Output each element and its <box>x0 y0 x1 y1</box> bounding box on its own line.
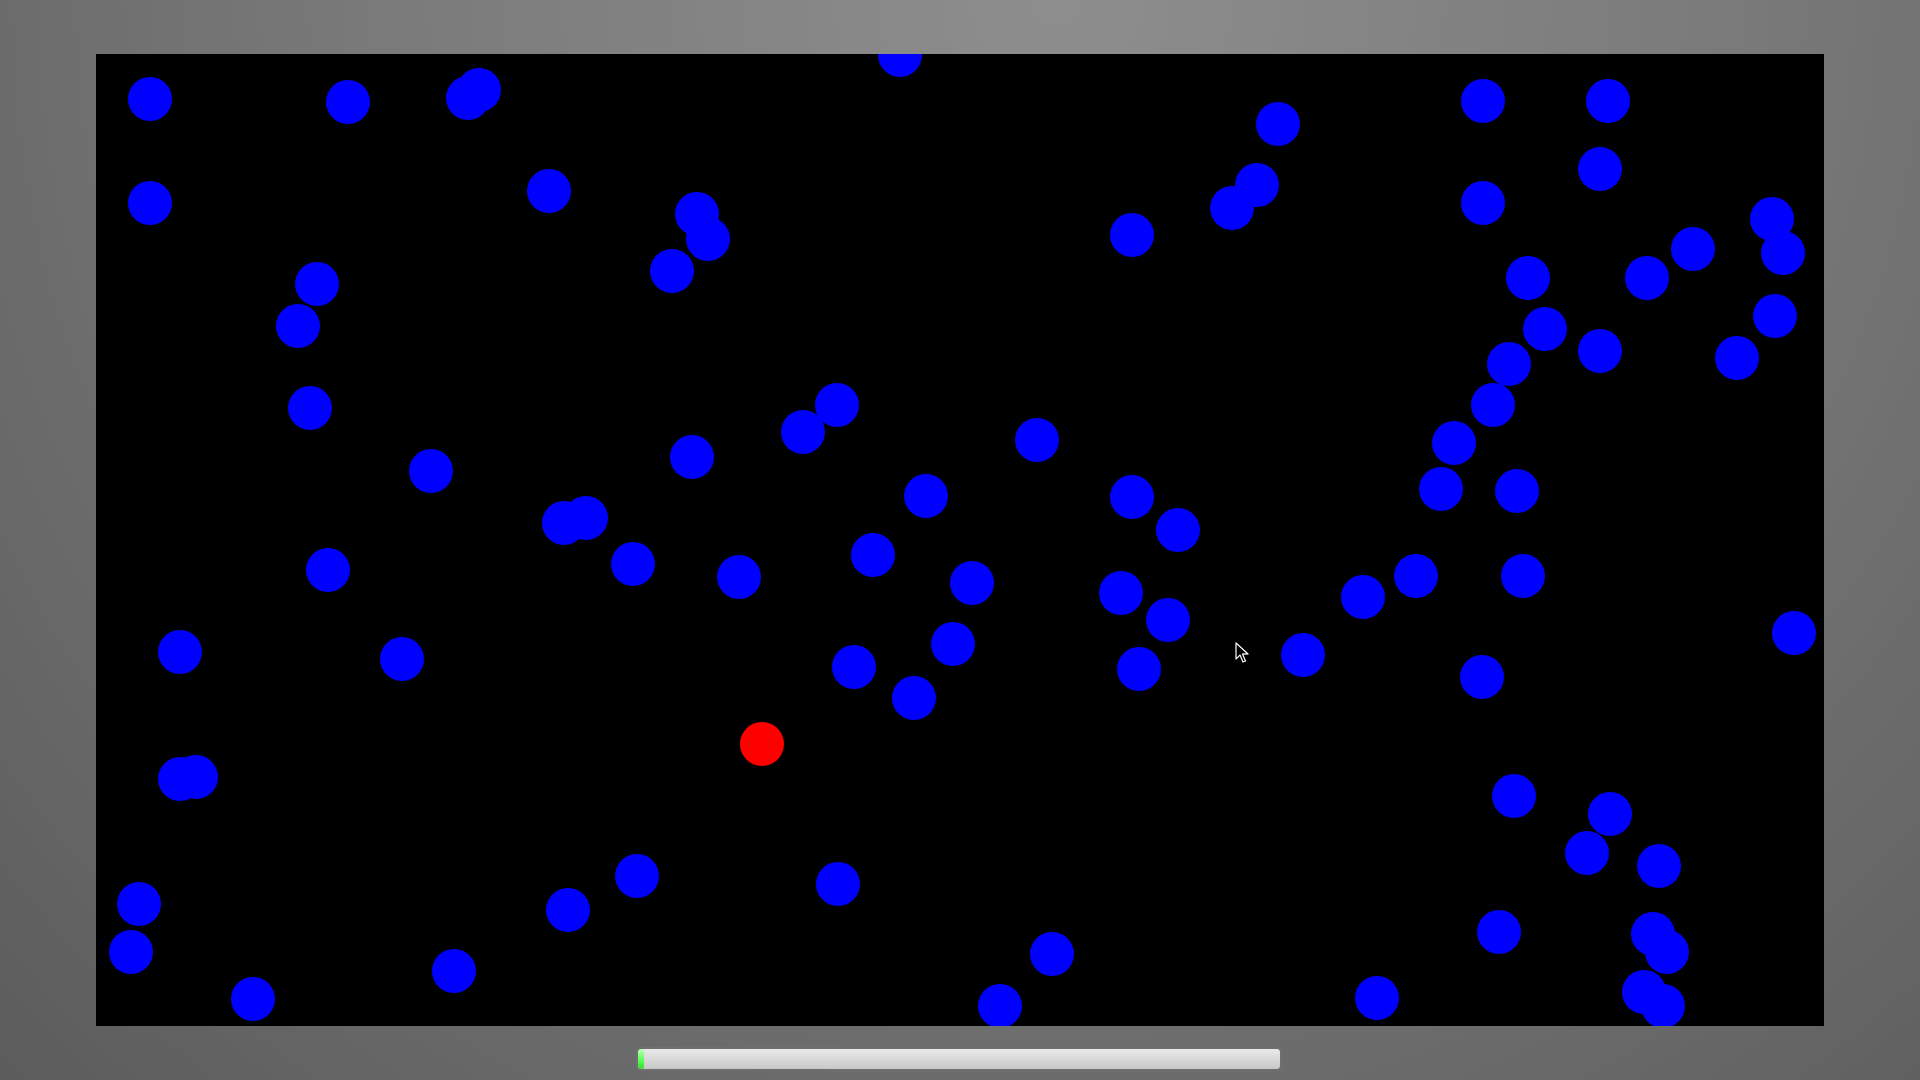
enemy-dot <box>1501 554 1545 598</box>
enemy-dot <box>295 262 339 306</box>
enemy-dot <box>1256 102 1300 146</box>
enemy-dot <box>1110 213 1154 257</box>
enemy-dot <box>380 637 424 681</box>
enemy-dot <box>1645 930 1689 974</box>
enemy-dot <box>1461 79 1505 123</box>
enemy-dot <box>851 533 895 577</box>
enemy-dot <box>1419 467 1463 511</box>
enemy-dot <box>276 304 320 348</box>
enemy-dot <box>1341 575 1385 619</box>
enemy-dot <box>128 181 172 225</box>
enemy-dot <box>1015 418 1059 462</box>
game-canvas[interactable] <box>96 54 1824 1026</box>
enemy-dot <box>1210 186 1254 230</box>
enemy-dot <box>1641 984 1685 1026</box>
enemy-dot <box>815 383 859 427</box>
enemy-dot <box>1487 342 1531 386</box>
enemy-dot <box>1523 307 1567 351</box>
enemy-dot <box>128 77 172 121</box>
enemy-dot <box>1588 792 1632 836</box>
enemy-dot <box>117 882 161 926</box>
enemy-dot <box>432 949 476 993</box>
enemy-dot <box>892 676 936 720</box>
enemy-dot <box>1110 475 1154 519</box>
enemy-dot <box>670 435 714 479</box>
enemy-dot <box>326 80 370 124</box>
enemy-dot <box>409 449 453 493</box>
enemy-dot <box>306 548 350 592</box>
enemy-dot <box>288 386 332 430</box>
enemy-dot <box>158 630 202 674</box>
enemy-dot <box>1578 329 1622 373</box>
enemy-dot <box>1471 383 1515 427</box>
enemy-dot <box>174 755 218 799</box>
enemy-dot <box>1477 910 1521 954</box>
enemy-dot <box>1117 647 1161 691</box>
enemy-dot <box>1281 633 1325 677</box>
enemy-dot <box>1578 147 1622 191</box>
enemy-dot <box>1753 294 1797 338</box>
enemy-dot <box>564 496 608 540</box>
enemy-dot <box>1586 79 1630 123</box>
enemy-dot <box>686 217 730 261</box>
enemy-dot <box>931 622 975 666</box>
enemy-dot <box>611 542 655 586</box>
player-dot[interactable] <box>740 722 784 766</box>
enemy-dot <box>1506 256 1550 300</box>
enemy-dot <box>231 977 275 1021</box>
enemy-dot <box>1460 655 1504 699</box>
enemy-dot <box>1625 256 1669 300</box>
enemy-dot <box>1432 421 1476 465</box>
enemy-dot <box>1495 469 1539 513</box>
enemy-dot <box>109 930 153 974</box>
enemy-dot <box>1156 508 1200 552</box>
enemy-dot <box>1761 231 1805 275</box>
enemy-dot <box>904 474 948 518</box>
enemy-dot <box>1461 181 1505 225</box>
enemy-dot <box>546 888 590 932</box>
enemy-dot <box>978 984 1022 1026</box>
enemy-dot <box>717 555 761 599</box>
enemy-dot <box>1030 932 1074 976</box>
enemy-dot <box>1637 844 1681 888</box>
enemy-dot <box>615 854 659 898</box>
enemy-dot <box>816 862 860 906</box>
enemy-dot <box>1355 976 1399 1020</box>
enemy-dot <box>950 561 994 605</box>
enemy-dot <box>1099 571 1143 615</box>
enemy-dot <box>1715 336 1759 380</box>
enemy-dot <box>1492 774 1536 818</box>
enemy-dot <box>832 645 876 689</box>
enemy-dot <box>527 169 571 213</box>
game-field[interactable] <box>96 54 1824 1026</box>
enemy-dot <box>878 54 922 77</box>
progress-bar <box>636 1047 1282 1071</box>
enemy-dot <box>1394 554 1438 598</box>
progress-bar-fill <box>638 1049 644 1069</box>
enemy-dot <box>1565 831 1609 875</box>
enemy-dot <box>1772 611 1816 655</box>
enemy-dot <box>1671 227 1715 271</box>
mouse-cursor-icon <box>1235 642 1249 663</box>
enemy-dot <box>1146 598 1190 642</box>
enemy-dot <box>650 249 694 293</box>
enemy-dot <box>457 68 501 112</box>
